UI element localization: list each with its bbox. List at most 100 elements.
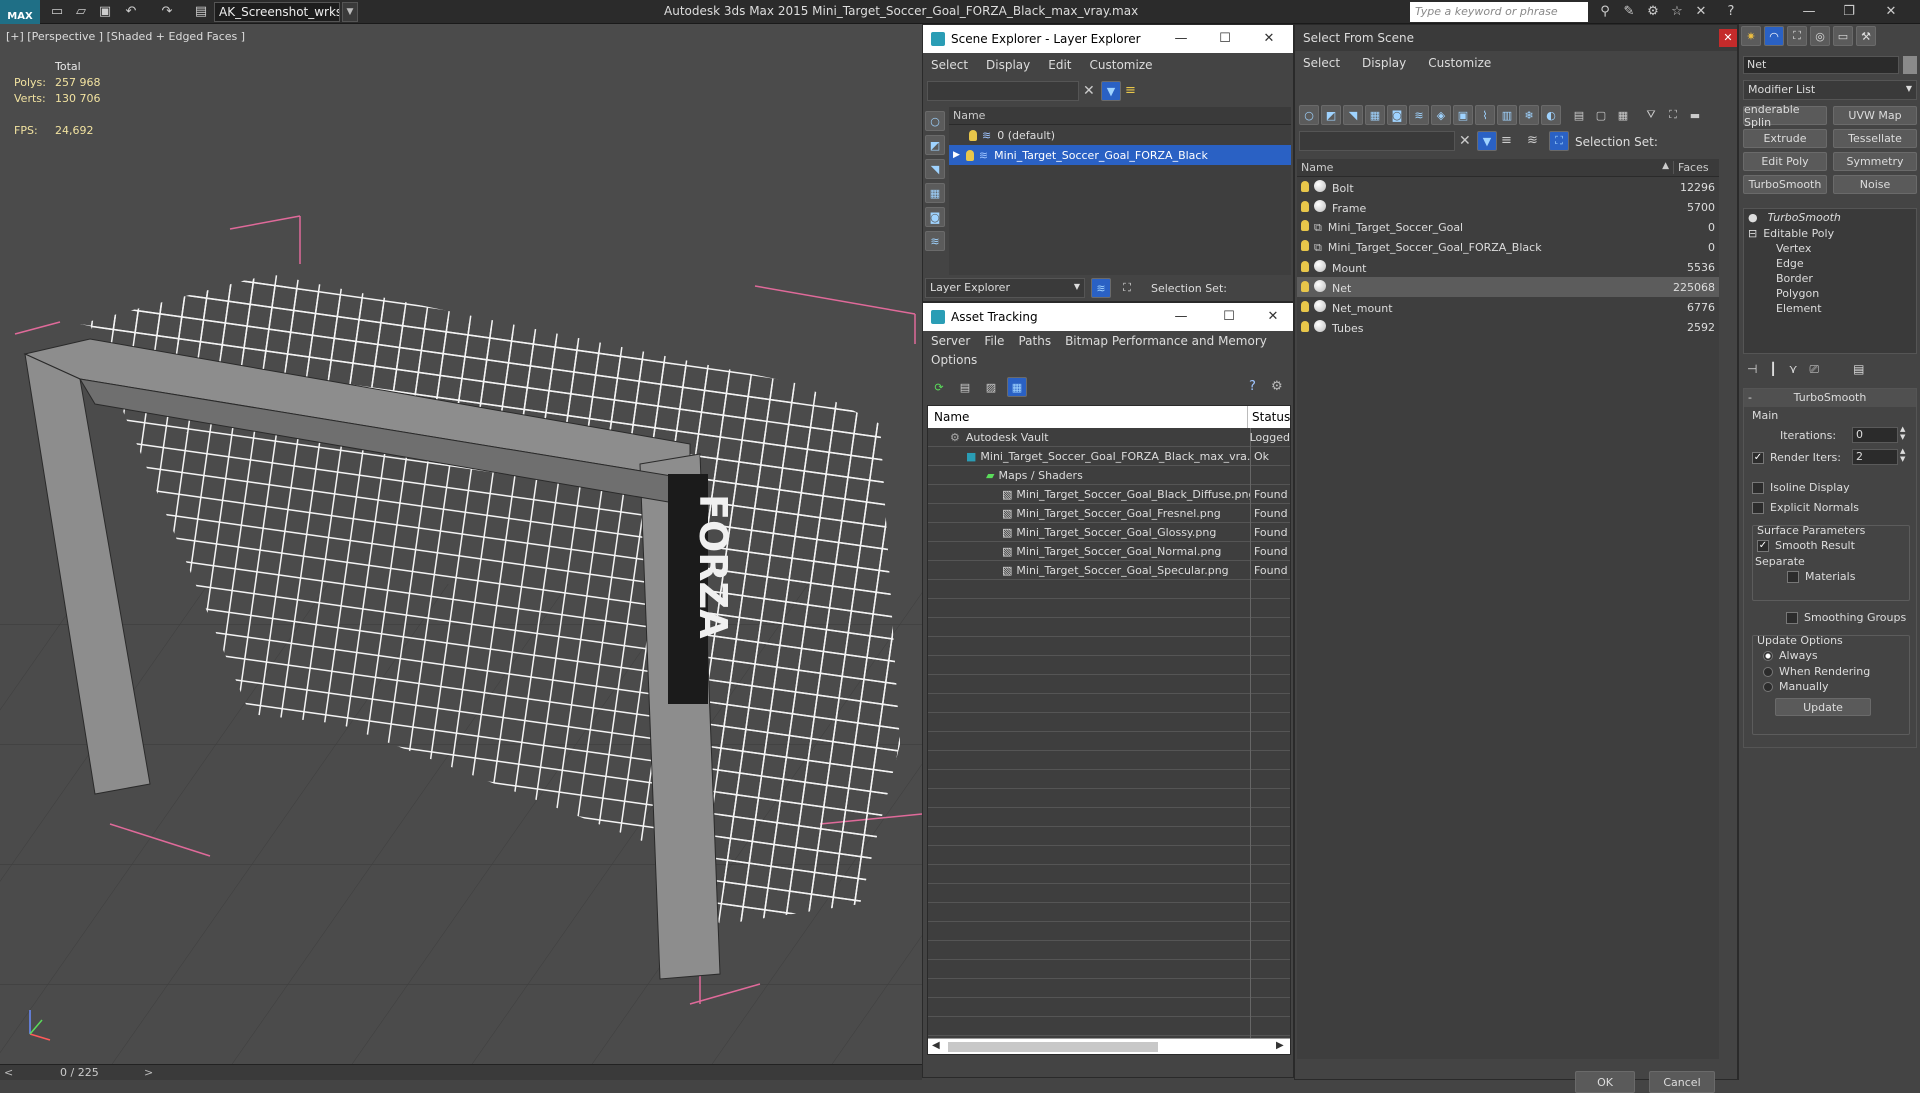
hierarchy-view-icon[interactable]: ⛶ xyxy=(1549,131,1569,151)
maximize-icon[interactable]: ☐ xyxy=(1215,29,1235,49)
tessellate-button[interactable]: Tessellate xyxy=(1833,129,1917,148)
update-always-radio[interactable]: Always xyxy=(1753,647,1909,664)
table-row[interactable]: ▧ Mini_Target_Soccer_Goal_Fresnel.png Fou… xyxy=(928,504,1290,523)
time-next-icon[interactable]: > xyxy=(144,1066,153,1079)
layer-row[interactable]: ≋ 0 (default) xyxy=(949,125,1291,145)
modify-tab-icon[interactable]: ◠ xyxy=(1764,26,1784,46)
horizontal-scrollbar[interactable]: ◀ ▶ xyxy=(928,1038,1290,1054)
table-row[interactable]: ▧ Mini_Target_Soccer_Goal_Glossy.png Foun… xyxy=(928,523,1290,542)
edit-poly-button[interactable]: Edit Poly xyxy=(1743,152,1827,171)
menu-options[interactable]: Options xyxy=(931,353,977,367)
display-tab-icon[interactable]: ▭ xyxy=(1833,26,1853,46)
asset-col-status[interactable]: Status xyxy=(1248,406,1290,428)
table-row[interactable]: ▰ Maps / Shaders xyxy=(928,466,1290,485)
table-row[interactable]: ▧ Mini_Target_Soccer_Goal_Black_Diffuse.p… xyxy=(928,485,1290,504)
light-bulb-icon[interactable] xyxy=(969,129,977,141)
materials-checkbox[interactable]: Materials xyxy=(1753,569,1909,584)
help-search-input[interactable]: Type a keyword or phrase xyxy=(1410,2,1588,22)
expand-arrow-icon[interactable]: ▶ xyxy=(953,150,960,160)
xrefs-filter-icon[interactable]: ▣ xyxy=(1453,105,1473,125)
collapse-icon[interactable]: ▬ xyxy=(1685,105,1705,125)
workspace-dropdown-icon[interactable]: ▼ xyxy=(342,2,358,22)
hidden-filter-icon[interactable]: ◐ xyxy=(1541,105,1561,125)
table-row[interactable]: ■ Mini_Target_Soccer_Goal_FORZA_Black_max… xyxy=(928,447,1290,466)
remove-modifier-icon[interactable]: ⎚ xyxy=(1809,362,1819,377)
menu-customize[interactable]: Customize xyxy=(1090,58,1153,72)
menu-file[interactable]: File xyxy=(984,334,1004,348)
object-col-faces[interactable]: Faces xyxy=(1673,161,1719,174)
uvw-map-button[interactable]: UVW Map xyxy=(1833,106,1917,125)
new-file-icon[interactable]: ▭ xyxy=(48,3,66,21)
bones-filter-icon[interactable]: ⌇ xyxy=(1475,105,1495,125)
close-icon[interactable]: ✕ xyxy=(1719,29,1737,47)
hierarchy-icon[interactable]: ⛶ xyxy=(1663,105,1683,125)
redo-icon[interactable]: ↷ xyxy=(158,3,176,21)
list-view-icon[interactable]: ▤ xyxy=(955,377,975,397)
thumbnail-view-icon[interactable]: ▨ xyxy=(981,377,1001,397)
list-item[interactable]: Net 225068 xyxy=(1297,277,1719,297)
select-all-icon[interactable]: ▤ xyxy=(1569,105,1589,125)
hierarchy-tab-icon[interactable]: ⛶ xyxy=(1787,26,1807,46)
favorites-star-icon[interactable]: ☆ xyxy=(1668,3,1686,21)
restore-icon[interactable]: ❐ xyxy=(1836,2,1862,22)
modifier-list-dropdown[interactable]: Modifier List ▼ xyxy=(1743,80,1917,100)
light-bulb-icon[interactable] xyxy=(1301,300,1309,312)
configure-sets-icon[interactable]: ▤ xyxy=(1853,362,1864,377)
light-bulb-icon[interactable] xyxy=(965,149,974,161)
display-shapes-icon[interactable]: ◩ xyxy=(925,135,945,155)
stack-item-editable-poly[interactable]: ⊟ Editable Poly xyxy=(1744,226,1916,241)
light-bulb-icon[interactable] xyxy=(1301,200,1309,212)
refresh-icon[interactable]: ⟳ xyxy=(929,377,949,397)
symmetry-button[interactable]: Symmetry xyxy=(1833,152,1917,171)
table-row[interactable]: ▧ Mini_Target_Soccer_Goal_Specular.png Fo… xyxy=(928,561,1290,580)
clear-search-icon[interactable]: ✕ xyxy=(1083,83,1095,99)
stack-subobject-polygon[interactable]: Polygon xyxy=(1744,286,1916,301)
perspective-viewport[interactable]: [+] [Perspective ] [Shaded + Edged Faces… xyxy=(0,24,922,1064)
render-iters-spinner[interactable]: 2 xyxy=(1852,449,1898,465)
clear-search-icon[interactable]: ✕ xyxy=(1459,133,1471,149)
helpers-filter-icon[interactable]: ◙ xyxy=(1387,105,1407,125)
utilities-tab-icon[interactable]: ⚒ xyxy=(1856,26,1876,46)
minimize-icon[interactable]: — xyxy=(1171,29,1191,49)
close-x-icon[interactable]: ✕ xyxy=(1692,3,1710,21)
help-icon[interactable]: ? xyxy=(1722,3,1740,21)
sort-icon[interactable]: ≡ xyxy=(1501,133,1512,148)
close-icon[interactable]: ✕ xyxy=(1263,307,1283,327)
select-none-icon[interactable]: ▢ xyxy=(1591,105,1611,125)
filter-icon[interactable]: ▼ xyxy=(1477,131,1497,151)
display-cameras-icon[interactable]: ▦ xyxy=(925,183,945,203)
layers-view-icon[interactable]: ≋ xyxy=(1091,278,1111,298)
object-color-swatch[interactable] xyxy=(1903,56,1917,74)
smooth-result-checkbox[interactable]: ✓ Smooth Result xyxy=(1753,537,1909,554)
maximize-icon[interactable]: ☐ xyxy=(1219,307,1239,327)
menu-select[interactable]: Select xyxy=(1303,56,1340,70)
hierarchy-view-icon[interactable]: ⛶ xyxy=(1117,278,1137,298)
menu-paths[interactable]: Paths xyxy=(1018,334,1051,348)
light-bulb-icon[interactable]: ● xyxy=(1748,211,1758,224)
stack-subobject-edge[interactable]: Edge xyxy=(1744,256,1916,271)
menu-customize[interactable]: Customize xyxy=(1428,56,1491,70)
table-row[interactable]: ▧ Mini_Target_Soccer_Goal_Normal.png Foun… xyxy=(928,542,1290,561)
list-item[interactable]: Bolt 12296 xyxy=(1297,177,1719,197)
spinner-arrows-icon[interactable]: ▲ ▼ xyxy=(1900,447,1905,463)
layer-row[interactable]: ▶ ≋ Mini_Target_Soccer_Goal_FORZA_Black xyxy=(949,145,1291,165)
motion-tab-icon[interactable]: ◎ xyxy=(1810,26,1830,46)
menu-display[interactable]: Display xyxy=(986,58,1030,72)
time-slider[interactable]: < 0 / 225 > xyxy=(0,1064,922,1080)
rollout-header[interactable]: - TurboSmooth xyxy=(1744,389,1916,407)
table-row[interactable]: ⚙ Autodesk Vault Logged xyxy=(928,428,1290,447)
list-item[interactable]: Mount 5536 xyxy=(1297,257,1719,277)
make-unique-icon[interactable]: ⋎ xyxy=(1789,362,1798,377)
scroll-left-icon[interactable]: ◀ xyxy=(932,1040,940,1051)
stack-subobject-border[interactable]: Border xyxy=(1744,271,1916,286)
update-when-rendering-radio[interactable]: When Rendering xyxy=(1753,664,1909,679)
minimize-icon[interactable]: — xyxy=(1796,2,1822,22)
menu-display[interactable]: Display xyxy=(1362,56,1406,70)
select-search-input[interactable] xyxy=(1299,131,1455,151)
light-bulb-icon[interactable] xyxy=(1301,320,1309,332)
stack-item-turbosmooth[interactable]: ● TurboSmooth xyxy=(1744,209,1916,226)
asset-col-name[interactable]: Name xyxy=(928,406,1248,428)
asset-tracking-titlebar[interactable]: Asset Tracking — ☐ ✕ xyxy=(923,303,1293,331)
spinner-arrows-icon[interactable]: ▲ ▼ xyxy=(1900,425,1905,441)
subscription-icon[interactable]: ⚙ xyxy=(1644,3,1662,21)
